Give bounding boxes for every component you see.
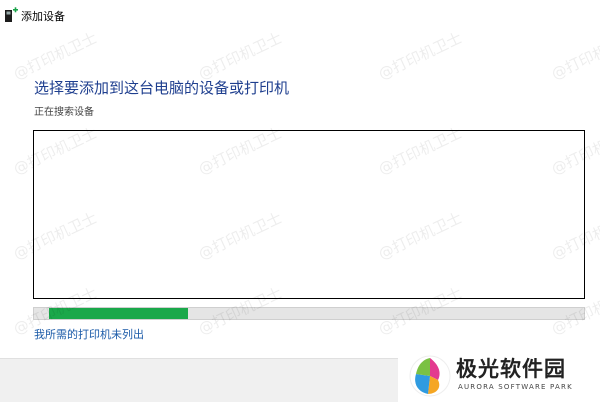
brand-name-en: AURORA SOFTWARE PARK [458,383,573,391]
brand-name: 极光软件园 [456,357,566,381]
watermark-text: @打印机卫士 [548,28,600,84]
watermark-text: @打印机卫士 [10,28,100,84]
search-status: 正在搜索设备 [34,107,94,118]
watermark-text: @打印机卫士 [375,28,465,84]
device-list[interactable] [33,130,585,299]
add-device-icon [5,7,18,22]
watermark-text: @打印机卫士 [195,28,285,84]
aurora-logo-icon [409,355,451,397]
title-bar: 添加设备 [0,0,600,32]
brand-watermark: 极光软件园 AURORA SOFTWARE PARK [398,350,600,402]
search-progress-bar [33,307,585,320]
progress-fill [49,308,188,319]
window-title: 添加设备 [21,10,65,23]
page-heading: 选择要添加到这台电脑的设备或打印机 [34,79,290,97]
printer-not-listed-link[interactable]: 我所需的打印机未列出 [34,326,144,342]
